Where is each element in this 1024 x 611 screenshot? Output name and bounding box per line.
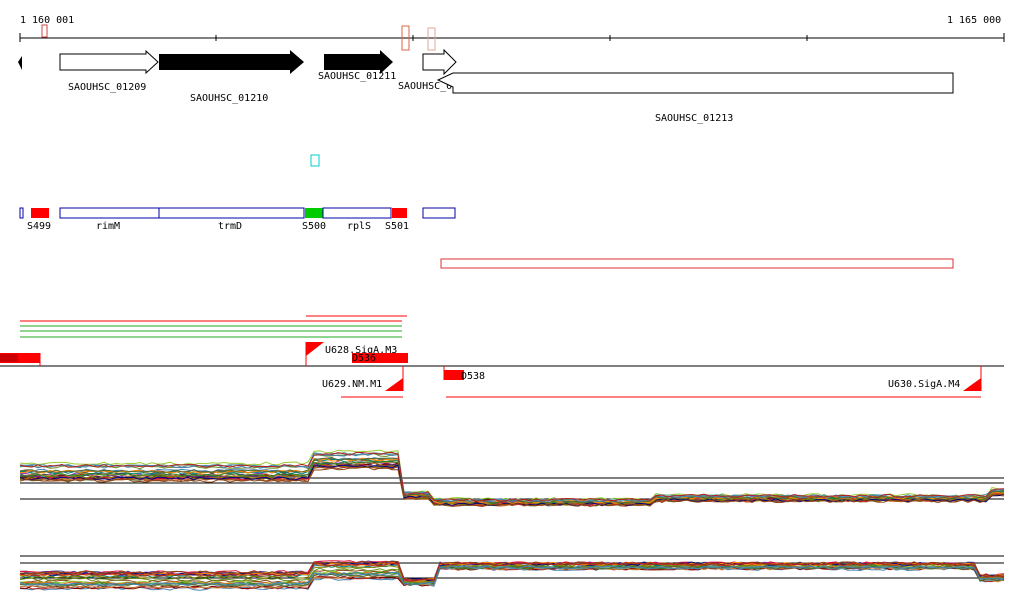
ruler-start-label: 1 160 001 <box>20 15 74 26</box>
genome-browser-view: 1 160 001 1 165 000 SAOUHSC_01209 SAOUHS… <box>0 15 1005 591</box>
segment-trmd[interactable]: trmD <box>158 207 305 232</box>
ruler-end-label: 1 165 000 <box>947 15 1001 26</box>
segment-label: trmD <box>218 221 242 232</box>
segment-s500[interactable]: S500 <box>302 208 326 232</box>
transcript-label: U629.NM.M1 <box>322 379 382 390</box>
gene-saouhsc-01209[interactable]: SAOUHSC_01209 <box>59 49 159 93</box>
expression-plot-lower <box>19 555 1005 591</box>
segment-rimm[interactable]: rimM <box>59 207 160 232</box>
segment-unlabeled[interactable] <box>422 207 456 219</box>
gene-label: SAOUHSC_01209 <box>68 82 146 93</box>
segment-label: S499 <box>27 221 51 232</box>
transcript-u630[interactable]: U630.SigA.M4 <box>888 366 982 391</box>
transcript-u629[interactable]: U629.NM.M1 <box>322 366 404 391</box>
gene-label: SAOUHSC_01211 <box>318 71 396 82</box>
cyan-marker <box>310 154 320 167</box>
transcript-track: U628.SigA.M3 D536 U629.NM.M1 D538 U630.S… <box>0 315 1004 398</box>
gene-fragment-left[interactable] <box>18 56 22 70</box>
segment-label: rplS <box>347 221 371 232</box>
transcript-label: D536 <box>352 353 376 364</box>
gene-label: SAOUHSC_01213 <box>655 113 733 124</box>
segment-s501[interactable]: S501 <box>385 208 409 232</box>
gene-saouhsc-01210[interactable]: SAOUHSC_01210 <box>159 50 304 104</box>
segment-s499[interactable]: S499 <box>27 208 51 232</box>
transcript-label: D538 <box>461 371 485 382</box>
transcript-label: U630.SigA.M4 <box>888 379 960 390</box>
gene-track: SAOUHSC_01209 SAOUHSC_01210 SAOUHSC_0121… <box>18 48 954 124</box>
gene-label: SAOUHSC_01210 <box>190 93 268 104</box>
segment-label: S500 <box>302 221 326 232</box>
segment-rpls[interactable]: rplS <box>322 207 392 232</box>
gene-saouhsc-01211[interactable]: SAOUHSC_01211 <box>318 50 396 82</box>
segment-label: S501 <box>385 221 409 232</box>
transcript-d538[interactable]: D538 <box>443 366 485 382</box>
coordinate-ruler: 1 160 001 1 165 000 <box>19 15 1005 51</box>
annotation-track: S499 rimM trmD S500 rplS S501 <box>19 207 456 232</box>
red-region-box[interactable] <box>440 258 954 269</box>
expression-plot-upper <box>19 449 1005 508</box>
gene-saouhsc-01213[interactable]: SAOUHSC_01213 <box>436 72 954 124</box>
segment-label: rimM <box>96 221 120 232</box>
